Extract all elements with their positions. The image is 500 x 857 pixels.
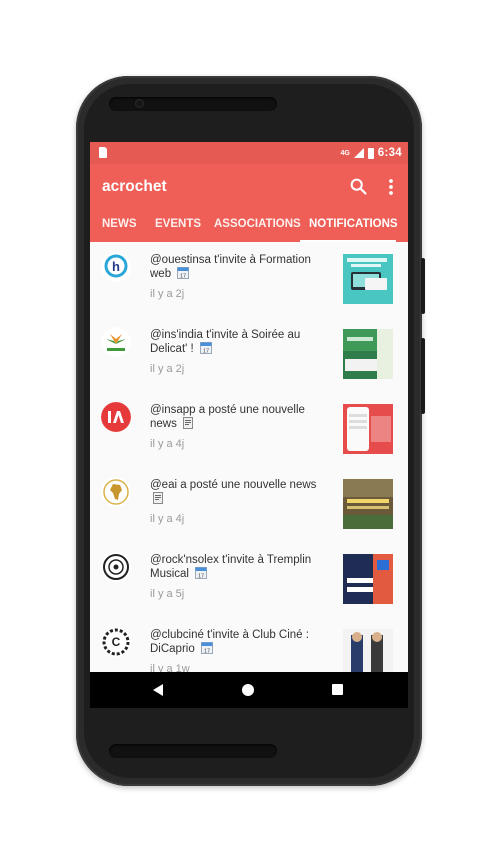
notification-time: il y a 4j <box>150 513 185 525</box>
back-icon[interactable] <box>153 684 163 696</box>
document-icon <box>153 492 163 504</box>
notification-time: il y a 4j <box>150 438 185 450</box>
notification-text: @ouestinsa t'invite à Formation web <box>150 254 311 280</box>
notification-text: @clubciné t'invite à Club Ciné : DiCapri… <box>150 629 309 655</box>
notification-text: @ins'india t'invite à Soirée au Delicat'… <box>150 329 301 355</box>
home-icon[interactable] <box>242 684 254 696</box>
status-bar: 4G 6:34 <box>90 142 408 164</box>
search-icon[interactable] <box>348 176 370 198</box>
association-avatar[interactable] <box>101 402 131 432</box>
svg-text:17: 17 <box>203 349 209 355</box>
notification-time: il y a 2j <box>150 363 185 375</box>
app-bar: acrochet NEWS EVENTS ASSOCIATIONS NOTIFI… <box>90 164 408 242</box>
association-avatar[interactable] <box>101 552 131 582</box>
calendar-icon: 17 <box>199 342 212 355</box>
news-thumbnail[interactable] <box>343 404 393 454</box>
notification-time: il y a 5j <box>150 588 185 600</box>
network-type: 4G <box>340 149 350 157</box>
calendar-icon: 17 <box>177 267 190 280</box>
notification-text-wrap: @insapp a posté une nouvelle news <box>150 403 322 431</box>
battery-icon <box>367 147 374 159</box>
notification-text-wrap: @rock'nsolex t'invite à Tremplin Musical… <box>150 553 322 581</box>
svg-text:17: 17 <box>204 649 210 655</box>
sim-card-icon <box>99 147 107 158</box>
news-thumbnail[interactable] <box>343 479 393 529</box>
svg-text:17: 17 <box>198 574 204 580</box>
more-options-icon[interactable] <box>383 177 399 197</box>
svg-text:h: h <box>112 259 120 274</box>
document-icon <box>183 417 194 429</box>
notification-text-wrap: @ouestinsa t'invite à Formation web 17 <box>150 253 322 281</box>
calendar-icon: 17 <box>200 642 213 655</box>
event-thumbnail[interactable] <box>343 254 393 304</box>
notification-text-wrap: @clubciné t'invite à Club Ciné : DiCapri… <box>150 628 322 656</box>
notification-text-wrap: @eai a posté une nouvelle news <box>150 478 322 506</box>
svg-text:17: 17 <box>180 274 186 280</box>
app-title: acrochet <box>102 178 167 195</box>
notification-time: il y a 2j <box>150 288 185 300</box>
clock: 6:34 <box>377 147 402 159</box>
notification-list: h @ouestinsa t'invite à Formation web 17… <box>90 242 408 679</box>
tab-notifications[interactable]: NOTIFICATIONS <box>309 218 398 230</box>
notification-text-wrap: @ins'india t'invite à Soirée au Delicat'… <box>150 328 322 356</box>
app-screen: 4G 6:34 acrochet NEWS EVENTS ASSOCIATION… <box>90 142 408 708</box>
notification-text: @rock'nsolex t'invite à Tremplin Musical <box>150 554 312 580</box>
notification-text: @eai a posté une nouvelle news <box>150 479 317 491</box>
android-nav-bar <box>90 672 408 708</box>
volume-button <box>421 338 425 414</box>
notification-row[interactable]: @eai a posté une nouvelle news il y a 4j <box>90 467 408 542</box>
svg-text:C: C <box>112 635 121 649</box>
association-avatar[interactable] <box>101 477 131 507</box>
association-avatar[interactable]: C <box>101 627 131 657</box>
tab-associations[interactable]: ASSOCIATIONS <box>214 218 301 230</box>
calendar-icon: 17 <box>195 567 208 580</box>
recent-apps-icon[interactable] <box>332 684 343 695</box>
notification-row[interactable]: @rock'nsolex t'invite à Tremplin Musical… <box>90 542 408 617</box>
power-button <box>421 258 425 314</box>
status-bar-right: 4G 6:34 <box>340 145 402 161</box>
association-avatar[interactable]: h <box>101 252 131 282</box>
tab-events[interactable]: EVENTS <box>155 218 201 230</box>
front-camera <box>135 99 144 108</box>
event-thumbnail[interactable] <box>343 554 393 604</box>
tab-news[interactable]: NEWS <box>102 218 137 230</box>
signal-icon <box>353 148 364 158</box>
event-thumbnail[interactable] <box>343 329 393 379</box>
notification-row[interactable]: @ins'india t'invite à Soirée au Delicat'… <box>90 317 408 392</box>
bottom-speaker <box>109 744 277 758</box>
tab-bar: NEWS EVENTS ASSOCIATIONS NOTIFICATIONS <box>90 214 408 242</box>
notification-row[interactable]: @insapp a posté une nouvelle news il y a… <box>90 392 408 467</box>
notification-row[interactable]: h @ouestinsa t'invite à Formation web 17… <box>90 242 408 317</box>
association-avatar[interactable] <box>101 327 131 357</box>
notification-text: @insapp a posté une nouvelle news <box>150 404 305 430</box>
